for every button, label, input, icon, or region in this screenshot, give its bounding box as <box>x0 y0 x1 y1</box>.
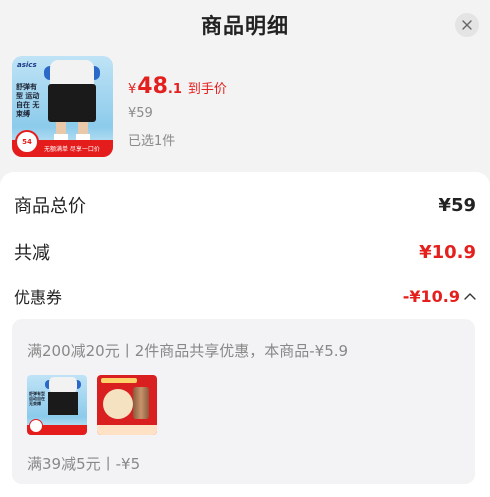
price-decimal: .1 <box>167 82 182 97</box>
price-tag: 到手价 <box>187 82 227 97</box>
promo-bar-text: 无额满单 尽享一口价 <box>44 146 100 153</box>
coupon-rule-1: 满200减20元丨2件商品共享优惠，本商品-¥5.9 <box>27 342 349 360</box>
coupon-row[interactable]: 优惠券 -¥10.9 <box>14 284 476 308</box>
total-value: ¥59 <box>438 194 476 216</box>
price-badge <box>29 419 43 433</box>
model-shorts <box>48 84 96 122</box>
coupon-value: -¥10.9 <box>402 286 460 306</box>
close-icon <box>462 20 472 30</box>
close-button[interactable] <box>455 13 479 37</box>
header: 商品明细 <box>0 0 490 52</box>
product-thumbnail[interactable]: asics 舒弹有型 运动自在 无束缚 无额满单 尽享一口价 54 <box>12 56 113 157</box>
promo-banner <box>101 378 137 383</box>
total-label: 商品总价 <box>14 196 86 217</box>
price-breakdown-sheet: 商品总价 ¥59 共减 ¥10.9 优惠券 -¥10.9 满200减20元丨2件… <box>0 172 490 497</box>
selected-count: 已选1件 <box>128 134 176 149</box>
price-currency: ¥ <box>128 82 137 97</box>
product-tagline: 舒弹有型 运动自在 无束缚 <box>29 391 45 406</box>
coupon-rule-2: 满39减5元丨-¥5 <box>27 455 141 473</box>
coupon-toggle[interactable]: -¥10.9 <box>403 287 476 306</box>
model-shirt <box>50 60 94 86</box>
brand-logo: asics <box>17 61 37 69</box>
model-shirt <box>49 377 77 393</box>
price-badge: 54 <box>15 130 39 154</box>
total-row: 商品总价 ¥59 <box>14 192 476 218</box>
price-badge-value: 54 <box>22 138 32 146</box>
original-price: ¥59 <box>128 106 153 121</box>
final-price: ¥ 48 .1 到手价 <box>128 74 227 99</box>
product-can-image <box>133 387 149 419</box>
promo-bar <box>97 425 157 435</box>
food-plate-image <box>103 389 133 419</box>
model-shorts <box>48 392 78 415</box>
coupon-product-thumbnail-2[interactable] <box>97 375 157 435</box>
chevron-up-icon <box>464 293 476 300</box>
coupon-detail-box: 满200减20元丨2件商品共享优惠，本商品-¥5.9 舒弹有型 运动自在 无束缚… <box>12 319 475 484</box>
price-integer: 48 <box>137 74 168 99</box>
product-tagline: 舒弹有型 运动自在 无束缚 <box>16 83 40 118</box>
reduction-row: 共减 ¥10.9 <box>14 239 476 265</box>
reduction-label: 共减 <box>14 243 50 264</box>
product-summary: asics 舒弹有型 运动自在 无束缚 无额满单 尽享一口价 54 ¥ 48 .… <box>0 52 490 166</box>
page-title: 商品明细 <box>201 14 289 38</box>
reduction-value: ¥10.9 <box>419 241 476 263</box>
coupon-product-thumbnail-1[interactable]: 舒弹有型 运动自在 无束缚 <box>27 375 87 435</box>
coupon-label: 优惠券 <box>14 288 63 307</box>
